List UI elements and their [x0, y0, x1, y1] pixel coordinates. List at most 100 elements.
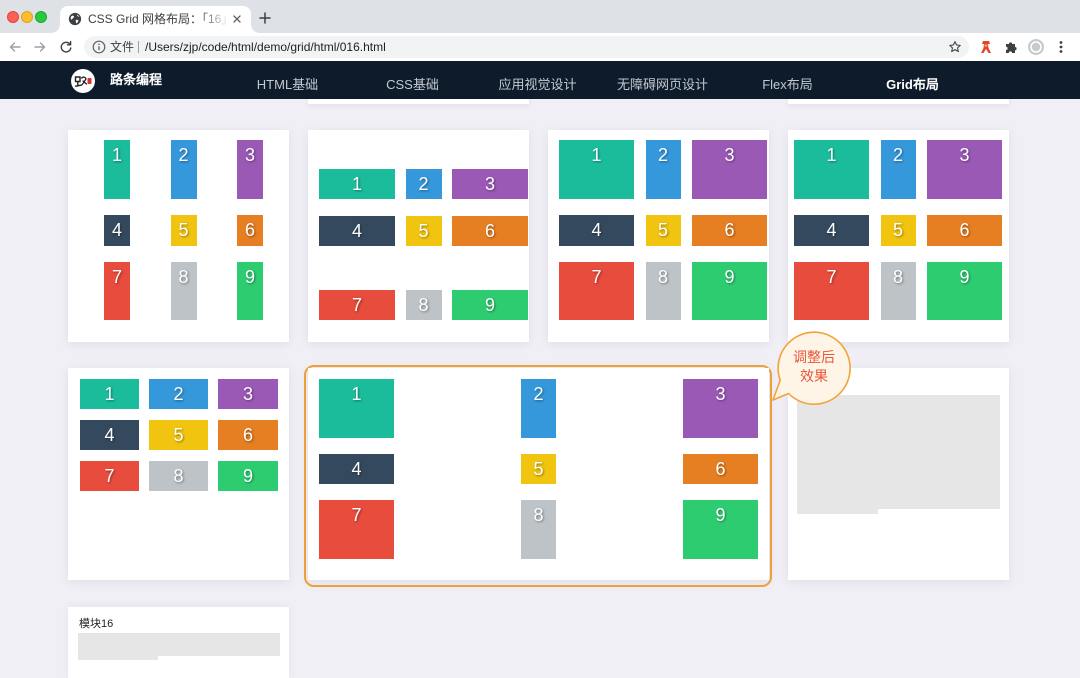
- grid-item-3: 3: [218, 379, 278, 409]
- placeholder-block: [78, 633, 280, 656]
- nav-item-html[interactable]: HTML基础: [225, 61, 350, 99]
- module-card: 模块16: [68, 607, 289, 678]
- placeholder-line: [797, 509, 878, 514]
- grid-item-7: 7: [319, 500, 394, 559]
- nav-item-visual-design[interactable]: 应用视觉设计: [475, 61, 600, 99]
- grid-item-7: 7: [319, 290, 395, 320]
- site-navbar: 路条编程 HTML基础 CSS基础 应用视觉设计 无障碍网页设计 Flex布局 …: [0, 61, 1080, 99]
- grid-item-9: 9: [218, 461, 278, 491]
- window-zoom-button[interactable]: [35, 11, 47, 23]
- browser-toolbar: 文件 /Users/zjp/code/html/demo/grid/html/0…: [0, 33, 1080, 61]
- grid-item-5: 5: [170, 215, 197, 246]
- demo-card: 123 456 789: [788, 130, 1009, 342]
- placeholder-line: [78, 656, 158, 660]
- card-partial: [788, 99, 1009, 104]
- site-logo[interactable]: [71, 69, 95, 93]
- grid-item-5: 5: [149, 420, 208, 450]
- grid-item-5: 5: [521, 454, 556, 484]
- demo-card: 123 4 5 6 789: [68, 130, 289, 342]
- grid-item-8: 8: [170, 262, 197, 320]
- browser-tab[interactable]: CSS Grid 网格布局：「16」使用: [52, 6, 259, 33]
- nav-menu: HTML基础 CSS基础 应用视觉设计 无障碍网页设计 Flex布局 Grid布…: [225, 61, 975, 99]
- grid-item-2: 2: [149, 379, 208, 409]
- grid-item-4: 4: [80, 420, 139, 450]
- grid-container: 123456789: [319, 379, 758, 559]
- grid-item-4: 4: [559, 215, 634, 246]
- arrow-right-icon[interactable]: [33, 40, 47, 54]
- reload-icon[interactable]: [59, 40, 73, 54]
- grid-item-5: 5: [880, 215, 916, 246]
- window-close-button[interactable]: [7, 11, 19, 23]
- close-icon[interactable]: [232, 14, 242, 24]
- grid-item-1: 1: [794, 140, 869, 199]
- grid-item-6: 6: [692, 215, 767, 246]
- grid-container: 123 456 789: [794, 140, 1002, 320]
- nav-item-accessibility[interactable]: 无障碍网页设计: [600, 61, 725, 99]
- url-text[interactable]: /Users/zjp/code/html/demo/grid/html/016.…: [145, 36, 386, 58]
- window-minimize-button[interactable]: [21, 11, 33, 23]
- grid-item-6: 6: [237, 215, 263, 246]
- grid-item-6: 6: [927, 215, 1002, 246]
- grid-item-6: 6: [452, 216, 528, 246]
- grid-item-2: 2: [521, 379, 556, 438]
- grid-item-2: 2: [645, 140, 681, 199]
- grid-item-9: 9: [452, 290, 528, 320]
- demo-card: 123456789: [308, 130, 529, 342]
- grid-item-5: 5: [645, 215, 681, 246]
- grid-item-1: 1: [104, 140, 130, 199]
- grid-item-8: 8: [149, 461, 208, 491]
- tab-title: CSS Grid 网格布局：「16」使用: [88, 12, 230, 26]
- extension-icon[interactable]: [978, 39, 994, 55]
- grid-item-4: 4: [794, 215, 869, 246]
- menu-icon[interactable]: [1053, 39, 1069, 55]
- placeholder-block: [797, 395, 1000, 509]
- grid-item-9: 9: [237, 262, 263, 320]
- arrow-left-icon[interactable]: [8, 40, 22, 54]
- grid-item-3: 3: [452, 169, 528, 199]
- grid-item-8: 8: [521, 500, 556, 559]
- plus-icon[interactable]: [259, 12, 271, 24]
- grid-item-4: 4: [104, 215, 130, 246]
- profile-avatar-icon[interactable]: [1028, 39, 1044, 55]
- info-icon[interactable]: [92, 40, 106, 54]
- nav-item-css[interactable]: CSS基础: [350, 61, 475, 99]
- grid-item-9: 9: [683, 500, 758, 559]
- grid-item-2: 2: [880, 140, 916, 199]
- callout-text: 调整后 效果: [778, 348, 850, 386]
- grid-item-2: 2: [170, 140, 197, 199]
- grid-item-3: 3: [692, 140, 767, 199]
- grid-item-3: 3: [683, 379, 758, 438]
- site-brand[interactable]: 路条编程: [110, 61, 162, 99]
- grid-item-8: 8: [880, 262, 916, 320]
- grid-item-7: 7: [559, 262, 634, 320]
- grid-item-7: 7: [794, 262, 869, 320]
- tab-strip: CSS Grid 网格布局：「16」使用: [0, 0, 1080, 33]
- grid-item-4: 4: [319, 216, 395, 246]
- module-title: 模块16: [79, 618, 114, 630]
- address-bar[interactable]: 文件 /Users/zjp/code/html/demo/grid/html/0…: [84, 36, 969, 58]
- nav-item-flex[interactable]: Flex布局: [725, 61, 850, 99]
- grid-item-3: 3: [237, 140, 263, 199]
- grid-item-8: 8: [405, 290, 442, 320]
- grid-item-6: 6: [683, 454, 758, 484]
- grid-item-1: 1: [80, 379, 139, 409]
- grid-item-8: 8: [645, 262, 681, 320]
- grid-item-9: 9: [927, 262, 1002, 320]
- grid-item-7: 7: [80, 461, 139, 491]
- demo-card: 123456789: [548, 130, 769, 342]
- puzzle-icon[interactable]: [1003, 39, 1019, 55]
- grid-item-7: 7: [104, 262, 130, 320]
- card-partial: [308, 99, 529, 104]
- url-scheme-label: 文件: [110, 40, 135, 54]
- grid-item-1: 1: [319, 379, 394, 438]
- callout-line: 效果: [800, 368, 828, 384]
- grid-item-3: 3: [927, 140, 1002, 199]
- demo-card: 123456789: [68, 368, 289, 580]
- grid-container: 123456789: [559, 140, 767, 320]
- grid-container: 123 4 5 6 789: [104, 140, 263, 320]
- globe-icon: [68, 12, 82, 26]
- star-icon[interactable]: [948, 40, 962, 54]
- grid-item-2: 2: [405, 169, 442, 199]
- callout-line: 调整后: [793, 349, 835, 365]
- nav-item-grid[interactable]: Grid布局: [850, 61, 975, 99]
